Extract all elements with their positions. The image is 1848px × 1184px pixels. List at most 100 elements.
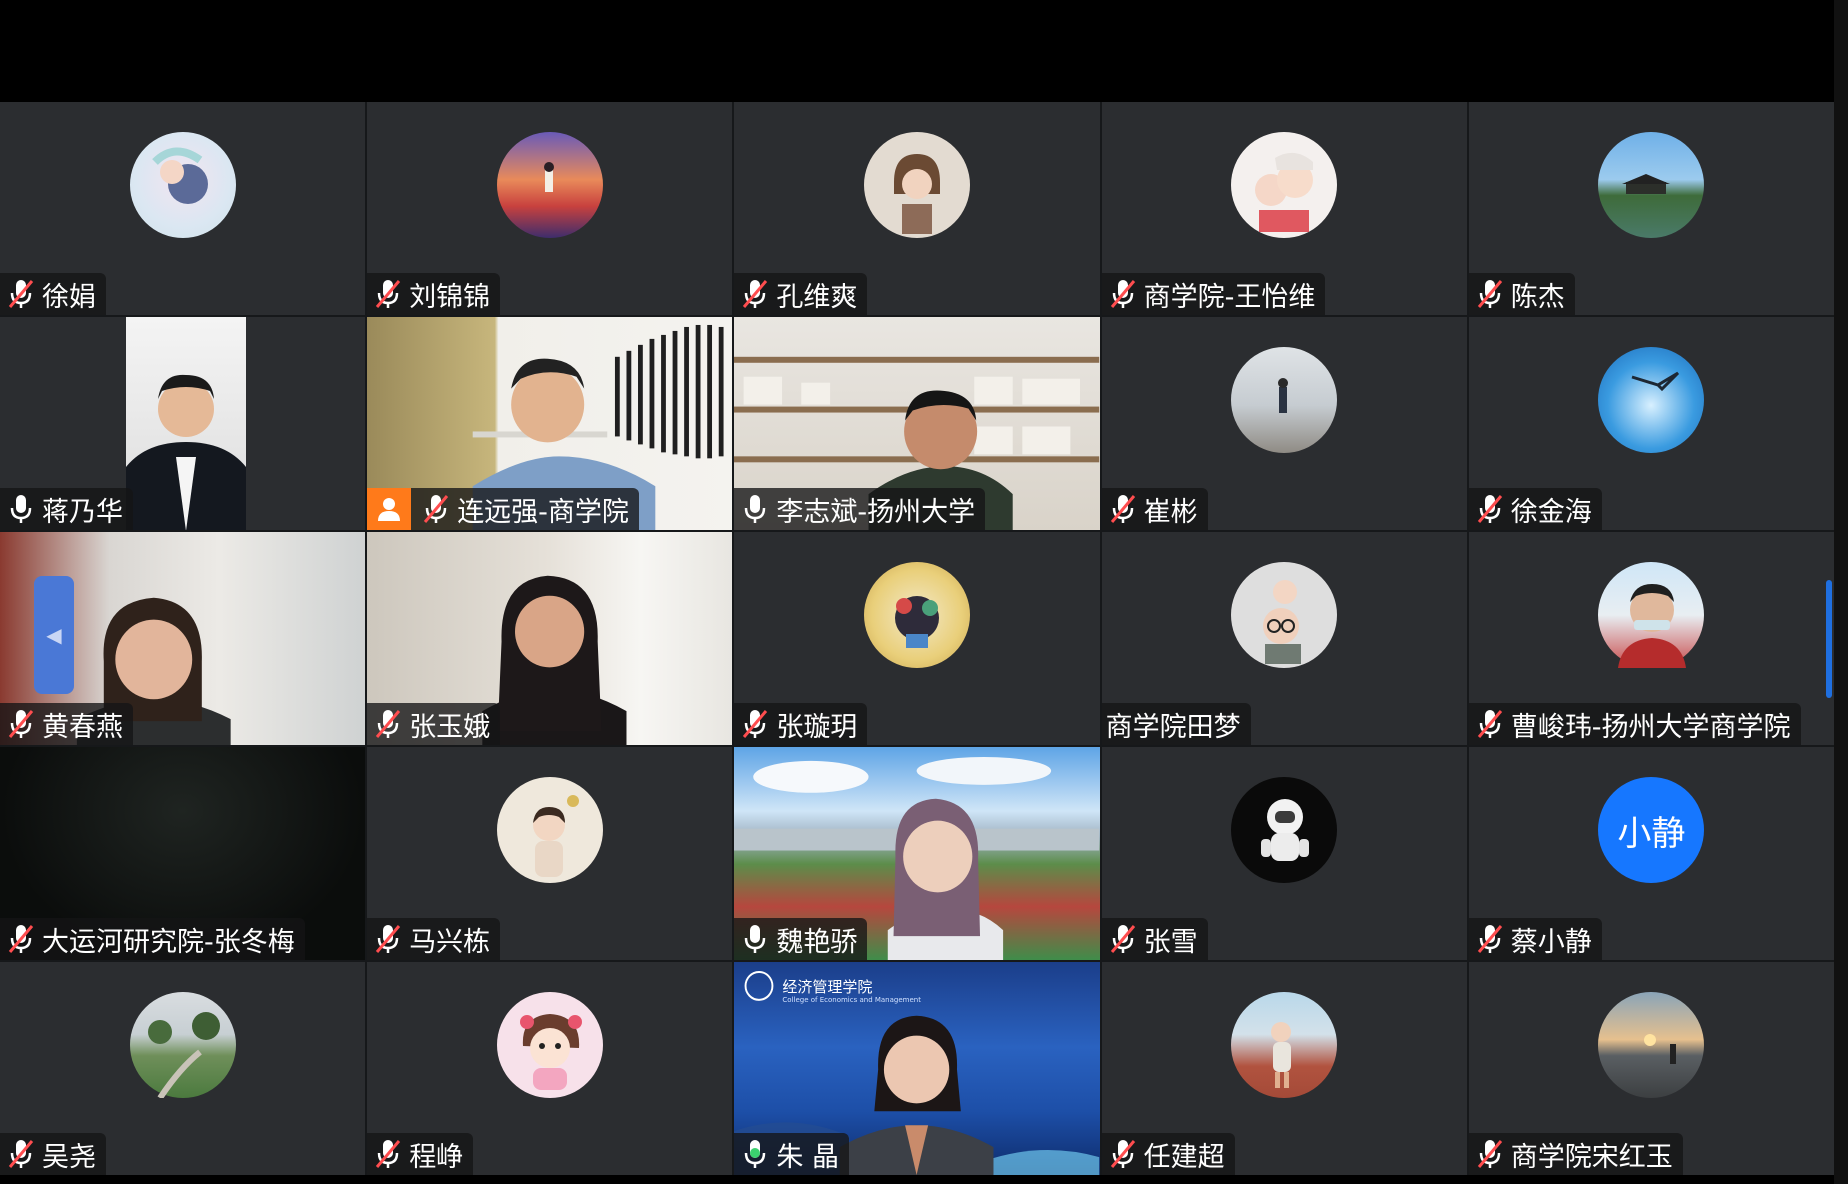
participant-name-label: 马兴栋 — [409, 926, 491, 958]
participant-name-label: 商学院宋红玉 — [1510, 1141, 1673, 1173]
muted-mic-icon — [1475, 707, 1505, 741]
scrollbar-thumb[interactable] — [1826, 580, 1832, 698]
participant-name-label: 蔡小静 — [1510, 926, 1592, 958]
muted-mic-icon — [6, 707, 36, 741]
participant-name: 孔维爽 — [734, 273, 868, 315]
participant-tile[interactable]: 蒋乃华 — [0, 317, 366, 530]
participant-tile[interactable]: 张雪 — [1101, 747, 1467, 960]
participant-name-label: 任建超 — [1143, 1141, 1225, 1173]
participant-name-label: 张璇玥 — [776, 711, 858, 743]
participant-tile[interactable]: 经济管理学院 College of Economics and Manageme… — [734, 962, 1100, 1175]
participant-name-label: 孔维爽 — [776, 281, 858, 313]
participant-name-label: 陈杰 — [1510, 281, 1565, 313]
chevron-left-icon: ◀ — [46, 623, 62, 647]
avatar — [1231, 132, 1338, 238]
participant-tile[interactable]: 孔维爽 — [734, 102, 1100, 315]
participant-tile[interactable]: 吴尧 — [0, 962, 366, 1175]
participant-name-label: 刘锦锦 — [409, 281, 491, 313]
participant-name: 蔡小静 — [1468, 918, 1602, 960]
avatar — [863, 562, 970, 668]
muted-mic-icon — [6, 1137, 36, 1171]
participant-name: 任建超 — [1101, 1133, 1235, 1175]
avatar — [1598, 347, 1705, 453]
participant-tile[interactable]: ◀ 黄春燕 — [0, 532, 366, 745]
participant-tile[interactable]: 陈杰 — [1468, 102, 1834, 315]
participant-name: 陈杰 — [1468, 273, 1575, 315]
muted-mic-icon — [373, 1137, 403, 1171]
window-edge — [1834, 0, 1848, 1184]
participant-name: 连远强-商学院 — [367, 488, 639, 530]
participant-tile[interactable]: 商学院-王怡维 — [1101, 102, 1467, 315]
participant-tile[interactable]: 商学院宋红玉 — [1468, 962, 1834, 1175]
participant-name-label: 曹峻玮-扬州大学商学院 — [1510, 711, 1791, 743]
participant-name: 马兴栋 — [367, 918, 501, 960]
avatar — [1598, 992, 1705, 1098]
muted-mic-icon — [1108, 277, 1138, 311]
participant-tile[interactable]: 魏艳骄 — [734, 747, 1100, 960]
participant-name: 魏艳骄 — [734, 918, 868, 960]
participant-tile[interactable]: 小静 蔡小静 — [1468, 747, 1834, 960]
participant-tile[interactable]: 崔彬 — [1101, 317, 1467, 530]
participant-name: 徐娟 — [0, 273, 106, 315]
participant-name: 大运河研究院-张冬梅 — [0, 918, 305, 960]
participant-name: 李志斌-扬州大学 — [734, 488, 986, 530]
participant-tile[interactable]: 李志斌-扬州大学 — [734, 317, 1100, 530]
participant-tile[interactable]: 徐金海 — [1468, 317, 1834, 530]
mic-icon — [740, 492, 770, 526]
participant-name: 商学院田梦 — [1101, 703, 1251, 745]
participant-tile[interactable]: 马兴栋 — [367, 747, 733, 960]
participant-name-label: 徐金海 — [1510, 496, 1592, 528]
avatar — [496, 132, 603, 238]
muted-mic-icon — [1475, 492, 1505, 526]
muted-mic-icon — [421, 492, 451, 526]
avatar — [1598, 562, 1705, 668]
muted-mic-icon — [740, 707, 770, 741]
avatar — [1231, 777, 1338, 883]
avatar — [1598, 132, 1705, 238]
avatar — [496, 777, 603, 883]
muted-mic-icon — [1475, 922, 1505, 956]
muted-mic-icon — [1108, 1137, 1138, 1171]
avatar — [496, 992, 603, 1098]
participant-tile[interactable]: 商学院田梦 — [1101, 532, 1467, 745]
top-bar — [0, 0, 1848, 102]
muted-mic-icon — [1475, 1137, 1505, 1171]
mic-icon — [740, 922, 770, 956]
mic-icon — [6, 492, 36, 526]
participant-tile[interactable]: 大运河研究院-张冬梅 — [0, 747, 366, 960]
participant-tile[interactable]: 张玉娥 — [367, 532, 733, 745]
participant-name: 商学院-王怡维 — [1101, 273, 1326, 315]
participant-tile[interactable]: 刘锦锦 — [367, 102, 733, 315]
participant-name: 刘锦锦 — [367, 273, 501, 315]
participant-name: 黄春燕 — [0, 703, 133, 745]
participant-name-label: 张雪 — [1143, 926, 1198, 958]
participant-name: 张璇玥 — [734, 703, 868, 745]
participant-name-label: 徐娟 — [42, 281, 96, 313]
participant-tile[interactable]: 程峥 — [367, 962, 733, 1175]
avatar: 小静 — [1598, 777, 1705, 883]
participant-tile[interactable]: 任建超 — [1101, 962, 1467, 1175]
collapse-panel-button[interactable]: ◀ — [34, 576, 74, 694]
muted-mic-icon — [373, 922, 403, 956]
participant-tile[interactable]: 曹峻玮-扬州大学商学院 — [1468, 532, 1834, 745]
muted-mic-icon — [373, 707, 403, 741]
participant-tile[interactable]: 连远强-商学院 — [367, 317, 733, 530]
participant-tile[interactable]: 徐娟 — [0, 102, 366, 315]
muted-mic-icon — [1108, 922, 1138, 956]
participant-name: 张玉娥 — [367, 703, 501, 745]
participant-tile[interactable]: 张璇玥 — [734, 532, 1100, 745]
muted-mic-icon — [373, 277, 403, 311]
participant-name: 徐金海 — [1468, 488, 1602, 530]
participant-name-label: 黄春燕 — [42, 711, 123, 743]
participant-name: 吴尧 — [0, 1133, 106, 1175]
participant-name-label: 魏艳骄 — [776, 926, 858, 958]
video-feed — [126, 317, 246, 530]
college-name-en: College of Economics and Management — [782, 996, 921, 1004]
video-grid: 徐娟 刘锦锦 孔维爽 商学院-王怡维 陈杰 蒋乃华 连远强-商学院 李志斌-扬州… — [0, 102, 1834, 1175]
speaking-mic-icon — [740, 1137, 770, 1171]
participant-name-label: 朱 晶 — [776, 1141, 839, 1173]
college-name: 经济管理学院 — [782, 978, 873, 996]
participant-name-label: 程峥 — [409, 1141, 464, 1173]
participant-name-label: 商学院田梦 — [1105, 711, 1241, 743]
host-icon — [367, 488, 412, 530]
